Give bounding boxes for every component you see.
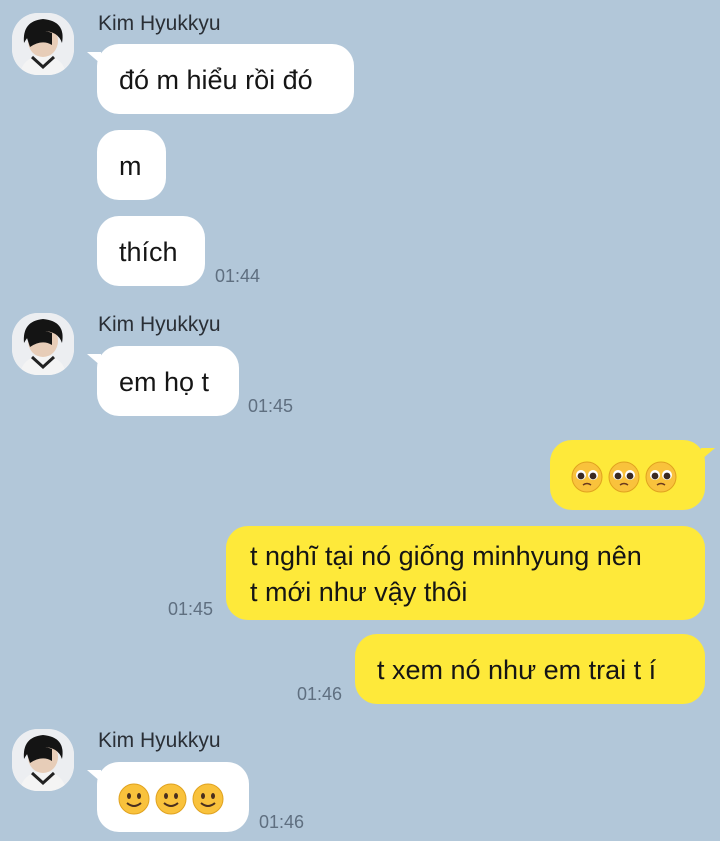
message-bubble[interactable] (550, 440, 715, 510)
avatar[interactable] (12, 13, 74, 75)
pleading-face-emoji-icon (570, 460, 604, 494)
sender-name: Kim Hyukkyu (98, 729, 221, 752)
message-bubble[interactable]: em họ t (87, 346, 239, 416)
message-text: đó m hiểu rồi đó (119, 65, 313, 95)
profile-photo-icon (12, 313, 74, 375)
message-bubble[interactable] (87, 762, 249, 832)
message-text: em họ t (119, 367, 210, 397)
pleading-face-emoji-icon (607, 460, 641, 494)
slightly-smiling-face-emoji-icon (117, 782, 151, 816)
message-text-line: t nghĩ tại nó giống minhyung nên (250, 541, 642, 571)
profile-photo-icon (12, 13, 74, 75)
message-timestamp: 01:45 (168, 599, 214, 619)
message-timestamp: 01:45 (248, 396, 294, 416)
slightly-smiling-face-emoji-icon (154, 782, 188, 816)
pleading-face-emoji-icon (644, 460, 678, 494)
message-text-line: t mới như vậy thôi (250, 577, 468, 607)
message-timestamp: 01:44 (215, 266, 261, 286)
sender-name: Kim Hyukkyu (98, 313, 221, 336)
message-text: thích (119, 237, 178, 267)
message-bubble[interactable]: đó m hiểu rồi đó (87, 44, 354, 114)
message-bubble[interactable]: m (97, 130, 166, 200)
message-text: m (119, 151, 142, 181)
message-bubble[interactable]: thích (97, 216, 205, 286)
avatar[interactable] (12, 729, 74, 791)
message-bubble[interactable]: t xem nó như em trai t í (355, 634, 705, 704)
avatar[interactable] (12, 313, 74, 375)
message-bubble[interactable]: t nghĩ tại nó giống minhyung nên t mới n… (226, 526, 705, 620)
sender-name: Kim Hyukkyu (98, 12, 221, 35)
message-text: t xem nó như em trai t í (377, 655, 657, 685)
slightly-smiling-face-emoji-icon (191, 782, 225, 816)
message-timestamp: 01:46 (297, 684, 343, 704)
profile-photo-icon (12, 729, 74, 791)
message-timestamp: 01:46 (259, 812, 305, 832)
